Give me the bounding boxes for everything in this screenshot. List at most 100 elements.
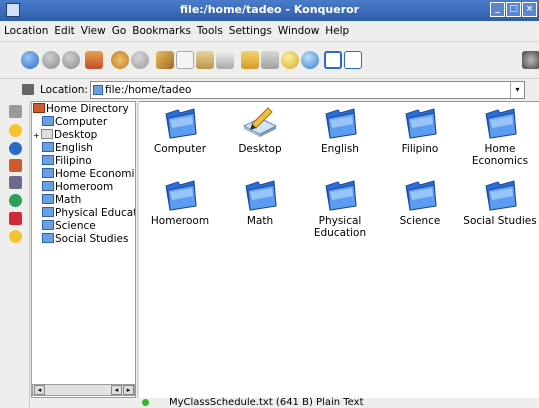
services-icon[interactable] xyxy=(9,212,22,225)
folder-icon xyxy=(42,233,54,243)
location-label: Location: xyxy=(40,84,88,96)
folder-icon xyxy=(220,176,300,212)
print-icon[interactable] xyxy=(216,51,234,69)
file-label: Homeroom xyxy=(150,215,210,227)
reload-icon[interactable] xyxy=(111,51,129,69)
menu-go[interactable]: Go xyxy=(112,25,127,37)
file-label: English xyxy=(321,143,359,155)
tree-item-filipino[interactable]: Filipino xyxy=(42,155,92,168)
file-label: Science xyxy=(399,215,441,227)
tree-item-computer[interactable]: Computer xyxy=(42,116,107,129)
file-label: Social Studies xyxy=(463,215,537,227)
paste-icon[interactable] xyxy=(196,51,214,69)
zoom-in-icon[interactable] xyxy=(281,51,299,69)
home-icon[interactable] xyxy=(85,51,103,69)
desktop-icon xyxy=(220,104,300,140)
tree-item-desktop[interactable]: + Desktop xyxy=(33,129,97,142)
file-label: Desktop xyxy=(238,143,282,155)
cut-icon[interactable] xyxy=(156,51,174,69)
forward-icon[interactable] xyxy=(62,51,80,69)
zoom-out-icon[interactable] xyxy=(301,51,319,69)
location-input[interactable]: file:/home/tadeo ▾ xyxy=(90,81,525,99)
stop-icon[interactable] xyxy=(131,51,149,69)
tree-item-home-economics[interactable]: Home Economi xyxy=(42,168,134,181)
file-item[interactable]: Home Economics xyxy=(460,104,539,167)
file-item[interactable]: Computer xyxy=(140,104,220,155)
file-label: Physical Education xyxy=(313,215,367,239)
scroll-left-box[interactable]: ◂ xyxy=(34,385,45,395)
folder-icon xyxy=(42,116,54,126)
file-item[interactable]: Filipino xyxy=(380,104,460,155)
folder-icon xyxy=(380,176,460,212)
location-value[interactable]: file:/home/tadeo xyxy=(105,84,191,96)
file-item[interactable]: Physical Education xyxy=(300,176,380,239)
folder-icon xyxy=(380,104,460,140)
root-folder-icon[interactable] xyxy=(9,194,22,207)
tree-item-science[interactable]: Science xyxy=(42,220,96,233)
file-item[interactable]: Desktop xyxy=(220,104,300,155)
throbber-icon xyxy=(522,51,539,69)
history-icon[interactable] xyxy=(9,142,22,155)
network-icon[interactable] xyxy=(9,176,22,189)
sidebar-config-icon[interactable] xyxy=(9,105,22,118)
location-bar: Location: file:/home/tadeo ▾ xyxy=(0,79,539,101)
scroll-right-button[interactable]: ▸ xyxy=(123,385,134,395)
favorites-star-icon[interactable] xyxy=(9,230,22,243)
file-label: Math xyxy=(246,215,274,227)
folder-icon xyxy=(300,104,380,140)
tree-root[interactable]: Home Directory xyxy=(33,103,129,116)
menu-window[interactable]: Window xyxy=(278,25,319,37)
menu-view[interactable]: View xyxy=(81,25,106,37)
paste-alt-icon[interactable] xyxy=(261,51,279,69)
folder-icon xyxy=(93,85,103,95)
location-dropdown-button[interactable]: ▾ xyxy=(510,82,524,98)
tree-item-physical-education[interactable]: Physical Educat xyxy=(42,207,135,220)
folder-icon xyxy=(42,142,54,152)
clear-location-icon[interactable] xyxy=(22,84,34,95)
folder-icon xyxy=(42,155,54,165)
menu-settings[interactable]: Settings xyxy=(229,25,272,37)
tree-item-english[interactable]: English xyxy=(42,142,93,155)
tree-item-math[interactable]: Math xyxy=(42,194,81,207)
tree-horizontal-scrollbar[interactable]: ◂ ◂ ▸ xyxy=(32,384,135,396)
close-button[interactable]: × xyxy=(522,2,537,17)
menu-bookmarks[interactable]: Bookmarks xyxy=(132,25,191,37)
file-item[interactable]: English xyxy=(300,104,380,155)
file-item[interactable]: Science xyxy=(380,176,460,227)
minimize-button[interactable]: _ xyxy=(490,2,505,17)
home-icon xyxy=(33,103,45,113)
status-indicator-icon xyxy=(142,399,149,406)
title-bar[interactable]: file:/home/tadeo - Konqueror _ □ × xyxy=(0,0,539,21)
folder-tree: Home Directory Computer + Desktop English… xyxy=(31,101,136,398)
file-item[interactable]: Social Studies xyxy=(460,176,539,227)
file-label: Home Economics xyxy=(471,143,529,167)
detail-view-icon[interactable] xyxy=(344,51,362,69)
menu-help[interactable]: Help xyxy=(325,25,349,37)
icon-view-icon[interactable] xyxy=(324,51,342,69)
back-icon[interactable] xyxy=(42,51,60,69)
folder-icon xyxy=(42,181,54,191)
tree-item-homeroom[interactable]: Homeroom xyxy=(42,181,113,194)
status-bar: MyClassSchedule.txt (641 B) Plain Text xyxy=(139,398,539,408)
scroll-left-button[interactable]: ◂ xyxy=(111,385,122,395)
file-item[interactable]: Homeroom xyxy=(140,176,220,227)
new-window-icon[interactable] xyxy=(241,51,259,69)
menu-location[interactable]: Location xyxy=(4,25,48,37)
up-icon[interactable] xyxy=(21,51,39,69)
copy-icon[interactable] xyxy=(176,51,194,69)
expand-icon[interactable]: + xyxy=(33,129,41,142)
status-text: MyClassSchedule.txt (641 B) Plain Text xyxy=(169,397,364,408)
window-title: file:/home/tadeo - Konqueror xyxy=(179,3,360,16)
maximize-button[interactable]: □ xyxy=(506,2,521,17)
file-item[interactable]: Math xyxy=(220,176,300,227)
tree-item-social-studies[interactable]: Social Studies xyxy=(42,233,128,246)
menu-edit[interactable]: Edit xyxy=(54,25,74,37)
folder-icon xyxy=(140,176,220,212)
folder-icon xyxy=(140,104,220,140)
bookmarks-star-icon[interactable] xyxy=(9,124,22,137)
home-folder-icon[interactable] xyxy=(9,159,22,172)
file-icon-view: Computer Desktop English Filipino Home Econo… xyxy=(139,101,539,398)
folder-icon xyxy=(42,194,54,204)
menu-tools[interactable]: Tools xyxy=(197,25,223,37)
konqueror-window: file:/home/tadeo - Konqueror _ □ × Locat… xyxy=(0,0,539,408)
